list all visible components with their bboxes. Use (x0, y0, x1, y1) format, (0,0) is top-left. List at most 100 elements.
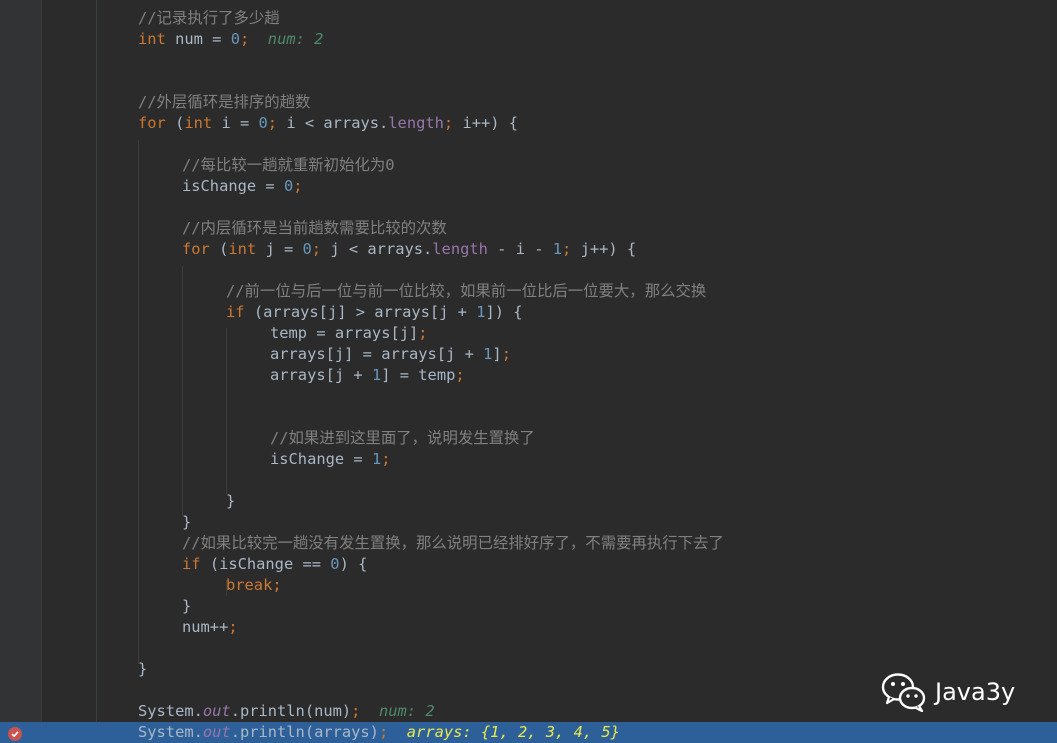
code-token: num++ (182, 618, 229, 636)
code-token: j < arrays. (321, 240, 433, 258)
code-token: length (432, 240, 488, 258)
code-line[interactable]: //如果比较完一趟没有发生置换，那么说明已经排好序了，不需要再执行下去了 (0, 533, 1057, 554)
code-token: ; (239, 30, 250, 48)
code-line[interactable] (0, 71, 1057, 92)
code-token: 1 (371, 450, 382, 468)
code-token: ] = temp (381, 366, 456, 384)
code-token: out (202, 702, 231, 720)
code-comment: //每比较一趟就重新初始化为0 (182, 156, 395, 174)
code-line[interactable] (0, 407, 1057, 428)
code-editor[interactable]: //记录执行了多少趟 int num = 0; num: 2 //外层循环是排序的趟… (0, 0, 1057, 743)
code-token: - i - (487, 240, 553, 258)
code-comment: //前一位与后一位与前一位比较，如果前一位比后一位要大，那么交换 (226, 282, 707, 300)
code-comment: //外层循环是排序的趟数 (138, 93, 311, 111)
code-token: for (138, 114, 166, 132)
code-line[interactable]: isChange = 0; (0, 176, 1057, 197)
code-token: isChange = (182, 177, 284, 195)
code-token: j = (256, 240, 303, 258)
code-token: int (138, 30, 166, 48)
debug-inline-value: num: 2 (378, 702, 435, 720)
code-line[interactable]: for (int i = 0; i < arrays.length; i++) … (0, 113, 1057, 134)
code-line[interactable] (0, 260, 1057, 281)
code-line[interactable] (0, 638, 1057, 659)
code-token: (arrays[j] > arrays[j + (244, 303, 477, 321)
code-token: int (184, 114, 213, 132)
code-token: ; (381, 450, 391, 468)
code-token: System. (138, 702, 203, 720)
code-line[interactable]: for (int j = 0; j < arrays.length - i - … (0, 239, 1057, 260)
code-token: i++) { (453, 114, 519, 132)
code-token: ; (443, 114, 454, 132)
code-token: length (388, 114, 444, 132)
watermark-text: Java3y (935, 678, 1016, 706)
code-token: } (182, 513, 192, 531)
code-token: i = (212, 114, 259, 132)
code-line[interactable]: arrays[j] = arrays[j + 1]; (0, 344, 1057, 365)
code-token: 1 (552, 240, 563, 258)
breakpoint-check-icon[interactable] (8, 727, 22, 741)
code-token: arrays[j] = arrays[j + (270, 345, 484, 363)
code-line[interactable] (0, 470, 1057, 491)
code-token: .println(arrays) (230, 723, 379, 741)
code-token: 0 (230, 30, 240, 48)
code-token: int (228, 240, 257, 258)
code-token: ; (455, 366, 465, 384)
code-line[interactable]: isChange = 1; (0, 449, 1057, 470)
code-token: 1 (483, 345, 493, 363)
code-comment: //如果比较完一趟没有发生置换，那么说明已经排好序了，不需要再执行下去了 (182, 534, 724, 552)
code-token: 0 (302, 240, 312, 258)
code-token: (isChange == (200, 555, 331, 573)
execution-line[interactable]: System.out.println(arrays); arrays: {1, … (0, 722, 1057, 743)
code-line[interactable]: //记录执行了多少趟 (0, 8, 1057, 29)
code-line[interactable]: //外层循环是排序的趟数 (0, 92, 1057, 113)
code-line[interactable]: int num = 0; num: 2 (0, 29, 1057, 50)
watermark: Java3y (881, 670, 1015, 714)
code-line[interactable]: //内层循环是当前趟数需要比较的次数 (0, 218, 1057, 239)
code-line[interactable]: //每比较一趟就重新初始化为0 (0, 155, 1057, 176)
code-token: ] (492, 345, 502, 363)
checkmark-icon (11, 731, 19, 738)
code-line[interactable] (0, 134, 1057, 155)
code-token: ; (293, 177, 303, 195)
code-token: if (226, 303, 245, 321)
code-token: ]) { (485, 303, 523, 321)
code-line[interactable]: break; (0, 575, 1057, 596)
code-token: ( (209, 240, 229, 258)
code-token: ; (562, 240, 572, 258)
code-token: out (202, 723, 231, 741)
code-line[interactable]: } (0, 596, 1057, 617)
code-token: 0 (283, 177, 294, 195)
code-token: } (226, 492, 236, 510)
code-line[interactable] (0, 386, 1057, 407)
debug-inline-value: arrays: {1, 2, 3, 4, 5} (406, 723, 620, 741)
code-line[interactable]: num++; (0, 617, 1057, 638)
code-comment: //内层循环是当前趟数需要比较的次数 (182, 219, 447, 237)
code-line[interactable]: //前一位与后一位与前一位比较，如果前一位比后一位要大，那么交换 (0, 281, 1057, 302)
code-comment: //如果进到这里面了，说明发生置换了 (270, 429, 535, 447)
code-line[interactable] (0, 50, 1057, 71)
code-token: } (138, 660, 148, 678)
code-token: } (182, 597, 192, 615)
code-token: ; (311, 240, 322, 258)
code-token: ( (165, 114, 185, 132)
code-line[interactable]: } (0, 512, 1057, 533)
code-token: 1 (371, 366, 382, 384)
code-line[interactable] (0, 197, 1057, 218)
code-token: 0 (258, 114, 268, 132)
code-token: 0 (330, 555, 340, 573)
code-token: System. (138, 723, 203, 741)
code-line[interactable]: //如果进到这里面了，说明发生置换了 (0, 428, 1057, 449)
code-line[interactable]: arrays[j + 1] = temp; (0, 365, 1057, 386)
code-token: if (182, 555, 201, 573)
code-token: ) { (339, 555, 368, 573)
code-line[interactable]: if (arrays[j] > arrays[j + 1]) { (0, 302, 1057, 323)
code-line[interactable]: } (0, 491, 1057, 512)
code-line[interactable]: temp = arrays[j]; (0, 323, 1057, 344)
code-token: break; (226, 576, 282, 594)
code-token: j++) { (571, 240, 637, 258)
code-token: ; (228, 618, 238, 636)
code-line[interactable]: if (isChange == 0) { (0, 554, 1057, 575)
